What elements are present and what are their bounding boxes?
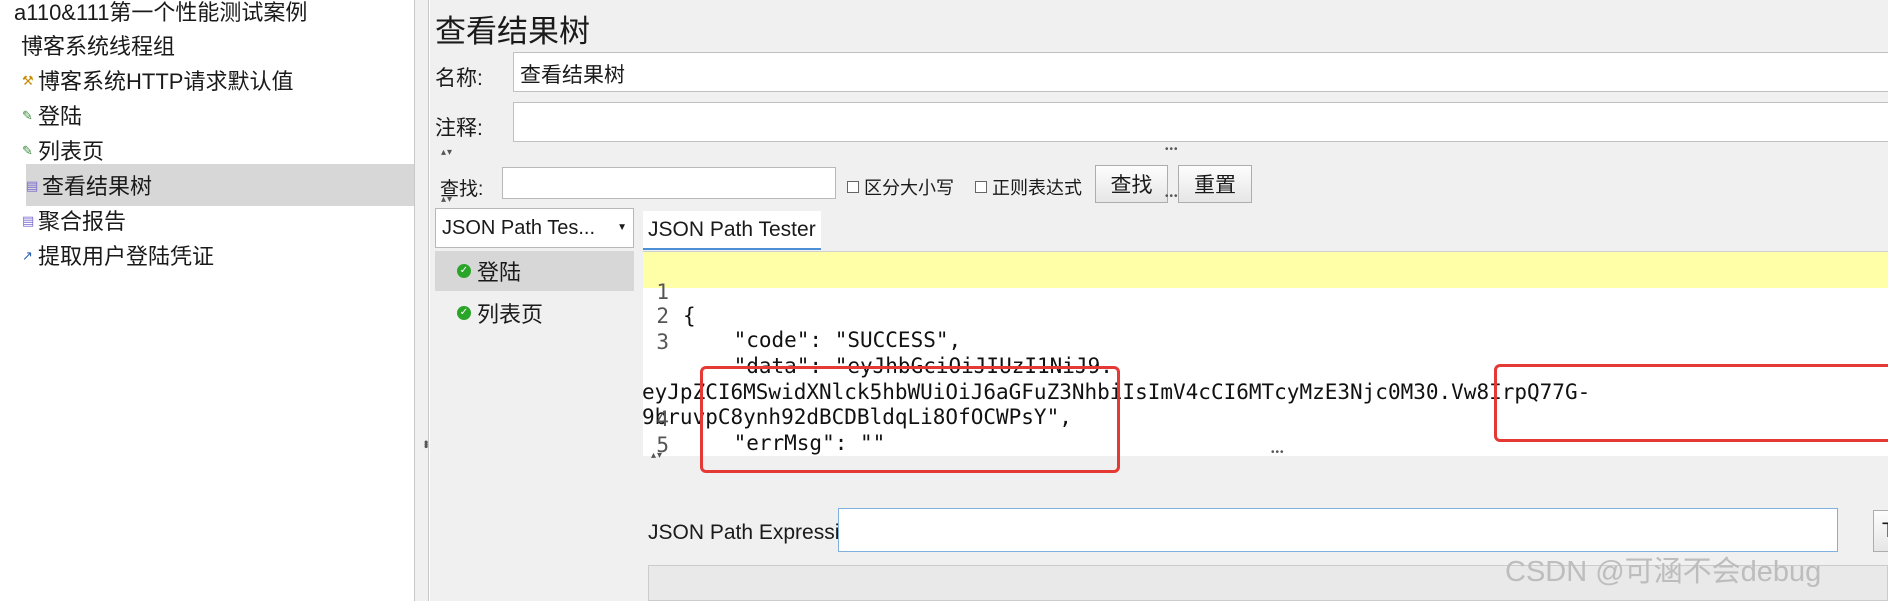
json-path-expression-label: JSON Path Expression (648, 521, 863, 544)
splitter-grip-icon: ••• (1271, 447, 1285, 458)
collapse-arrows-icon: ▴▾ (651, 450, 664, 461)
chevron-down-icon: ▼ (617, 222, 627, 233)
result-item-login[interactable]: ✓ 登陆 (435, 251, 634, 291)
collapse-arrows-icon: ▴▾ (441, 194, 454, 205)
renderer-select[interactable]: JSON Path Tes... ▼ (435, 208, 634, 248)
tree-item-label: 博客系统线程组 (21, 34, 176, 59)
comment-label: 注释: (435, 117, 483, 140)
checkbox-box (847, 181, 859, 193)
result-item-label: 登陆 (477, 260, 522, 285)
tree-item-extract-credential[interactable]: ↗ 提取用户登陆凭证 (0, 234, 414, 276)
renderer-selected-value: JSON Path Tes... (442, 217, 596, 239)
success-shield-icon: ✓ (457, 306, 471, 320)
horizontal-splitter[interactable]: ▴▾ ••• (433, 144, 1888, 160)
arrow-icon: ↗ (22, 247, 33, 263)
tree-item-label: 查看结果树 (42, 174, 153, 199)
watermark: CSDN @可涵不会debug (1505, 556, 1822, 588)
sample-results-list: ✓ 登陆 ✓ 列表页 (435, 251, 634, 601)
comment-field[interactable] (513, 102, 1888, 142)
chart-icon: ▤ (26, 177, 39, 193)
tree-item-label: 提取用户登陆凭证 (38, 244, 215, 269)
chart-icon: ▤ (22, 212, 35, 228)
tree-item-label: 聚合报告 (38, 209, 127, 234)
collapse-arrows-icon: ▴▾ (441, 147, 454, 158)
wrench-icon: ⚒ (22, 72, 34, 88)
reset-button[interactable]: 重置 (1178, 165, 1252, 203)
pencil-icon: ✎ (22, 107, 33, 123)
pencil-icon: ✎ (22, 142, 33, 158)
tree-item-label: a110&111第一个性能测试案例 (14, 0, 308, 25)
tab-json-path-tester[interactable]: JSON Path Tester (643, 211, 821, 250)
tree-item-label: 博客系统HTTP请求默认值 (38, 69, 294, 94)
result-item-list-page[interactable]: ✓ 列表页 (435, 293, 634, 333)
name-label: 名称: (435, 67, 483, 90)
page-title: 查看结果树 (435, 14, 590, 49)
name-field[interactable]: 查看结果树 (513, 52, 1888, 92)
test-button[interactable]: Test (1873, 510, 1888, 552)
test-plan-tree: a110&111第一个性能测试案例 博客系统线程组 ⚒ 博客系统HTTP请求默认… (0, 0, 415, 601)
annotation-highlight-box (700, 366, 1120, 473)
tree-item-label: 登陆 (38, 104, 83, 129)
search-input[interactable] (502, 167, 836, 199)
checkbox-box (975, 181, 987, 193)
success-shield-icon: ✓ (457, 264, 471, 278)
annotation-highlight-box (1494, 364, 1888, 442)
json-path-expression-input[interactable] (838, 508, 1838, 552)
tree-item-label: 列表页 (38, 139, 105, 164)
splitter-grip-icon: ••• (1165, 191, 1179, 202)
splitter-grip-icon: ••• (1165, 144, 1179, 155)
view-results-tree-panel: 查看结果树 名称: 查看结果树 注释: ▴▾ ••• 查找: 区分大小写 正则表… (430, 0, 1888, 601)
result-item-label: 列表页 (477, 302, 544, 327)
vertical-splitter[interactable]: ••• (415, 0, 433, 601)
